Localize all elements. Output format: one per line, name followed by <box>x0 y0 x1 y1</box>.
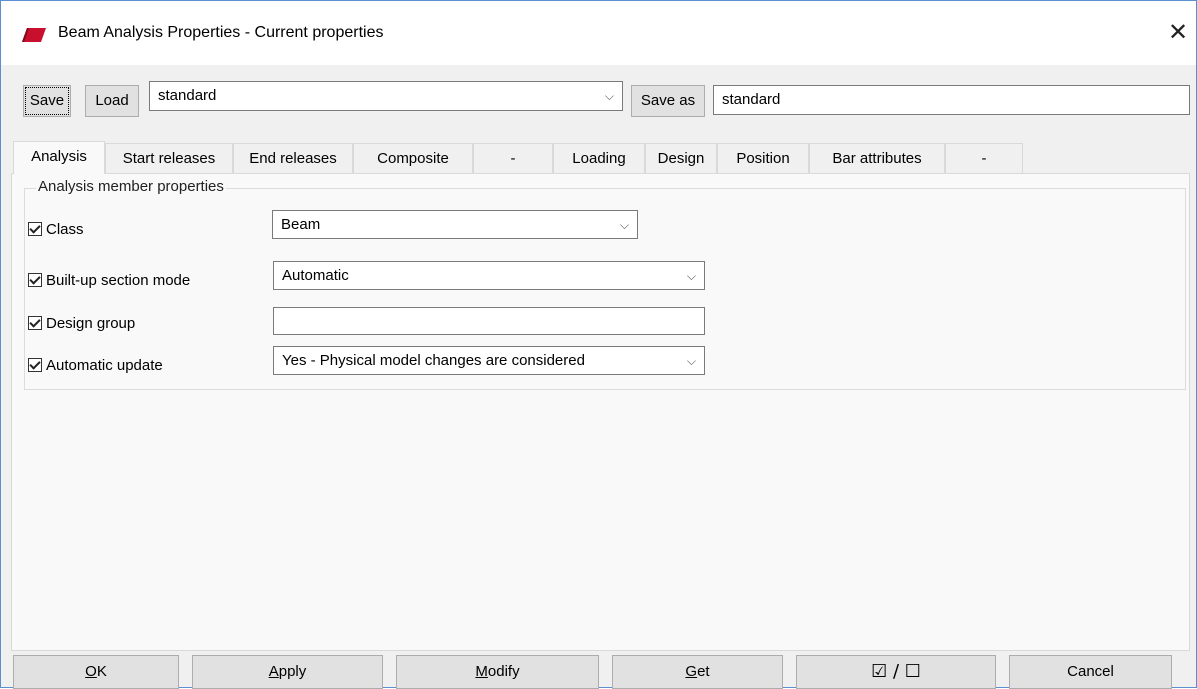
analysis-tab-page: Analysis member properties Class Beam ⌵ … <box>11 173 1190 651</box>
check-toggle-icon: ☑ / ☐ <box>871 661 921 682</box>
tab-strip: Analysis Start releases End releases Com… <box>11 141 1191 174</box>
ok-button[interactable]: OK <box>13 655 179 689</box>
automatic-update-checkbox-row[interactable]: Automatic update <box>28 354 163 376</box>
title-bar: Beam Analysis Properties - Current prope… <box>1 1 1196 65</box>
tab-start-releases[interactable]: Start releases <box>105 143 233 173</box>
design-group-checkbox-row[interactable]: Design group <box>28 312 135 334</box>
apply-accel: A <box>268 663 279 680</box>
cancel-button[interactable]: Cancel <box>1009 655 1172 689</box>
toolbar: Save Load standard ⌵ Save as standard <box>11 75 1191 129</box>
save-as-button[interactable]: Save as <box>631 85 705 117</box>
automatic-update-select[interactable]: Yes - Physical model changes are conside… <box>273 346 705 375</box>
tab-blank-1[interactable]: - <box>473 143 553 173</box>
close-icon[interactable]: ✕ <box>1160 15 1196 51</box>
tab-analysis[interactable]: Analysis <box>13 141 105 174</box>
preset-select-value: standard <box>158 87 217 104</box>
tekla-icon <box>22 28 46 42</box>
tab-composite[interactable]: Composite <box>353 143 473 173</box>
automatic-update-label: Automatic update <box>46 356 163 374</box>
built-up-section-checkbox[interactable] <box>28 273 42 287</box>
built-up-section-value: Automatic <box>282 267 349 284</box>
chevron-down-icon: ⌵ <box>686 269 696 283</box>
class-select-value: Beam <box>281 216 321 233</box>
ok-rest: K <box>96 663 107 680</box>
chevron-down-icon: ⌵ <box>686 354 696 368</box>
get-accel: G <box>685 663 698 680</box>
apply-button[interactable]: Apply <box>192 655 383 689</box>
apply-rest: pply <box>278 663 307 680</box>
built-up-section-label: Built-up section mode <box>46 271 191 289</box>
tab-loading[interactable]: Loading <box>553 143 645 173</box>
design-group-input[interactable] <box>273 307 705 335</box>
design-group-label: Design group <box>46 314 136 332</box>
class-checkbox-row[interactable]: Class <box>28 218 84 240</box>
class-label: Class <box>46 220 84 238</box>
built-up-section-checkbox-row[interactable]: Built-up section mode <box>28 269 190 291</box>
window-title: Beam Analysis Properties - Current prope… <box>58 24 384 41</box>
dialog-window: Beam Analysis Properties - Current prope… <box>0 0 1197 689</box>
class-checkbox[interactable] <box>28 222 42 236</box>
load-button[interactable]: Load <box>85 85 139 117</box>
save-as-input[interactable]: standard <box>713 85 1190 115</box>
automatic-update-value: Yes - Physical model changes are conside… <box>282 352 585 369</box>
ok-accel: O <box>85 663 97 680</box>
tab-bar-attributes[interactable]: Bar attributes <box>809 143 945 173</box>
group-title: Analysis member properties <box>36 178 226 195</box>
tab-position[interactable]: Position <box>717 143 809 173</box>
preset-select[interactable]: standard ⌵ <box>149 81 623 111</box>
modify-button[interactable]: Modify <box>396 655 599 689</box>
class-select[interactable]: Beam ⌵ <box>272 210 638 239</box>
bottom-button-bar: OK Apply Modify Get ☑ / ☐ Cancel <box>1 655 1196 689</box>
chevron-down-icon: ⌵ <box>604 89 614 103</box>
tab-design[interactable]: Design <box>645 143 717 173</box>
tab-blank-2[interactable]: - <box>945 143 1023 173</box>
modify-accel: M <box>475 663 488 680</box>
toggle-all-checkboxes-button[interactable]: ☑ / ☐ <box>796 655 996 689</box>
automatic-update-checkbox[interactable] <box>28 358 42 372</box>
built-up-section-select[interactable]: Automatic ⌵ <box>273 261 705 290</box>
chevron-down-icon: ⌵ <box>619 218 629 232</box>
get-rest: et <box>697 663 710 680</box>
design-group-checkbox[interactable] <box>28 316 42 330</box>
tab-end-releases[interactable]: End releases <box>233 143 353 173</box>
modify-rest: odify <box>487 663 520 680</box>
get-button[interactable]: Get <box>612 655 783 689</box>
save-button[interactable]: Save <box>23 85 71 117</box>
